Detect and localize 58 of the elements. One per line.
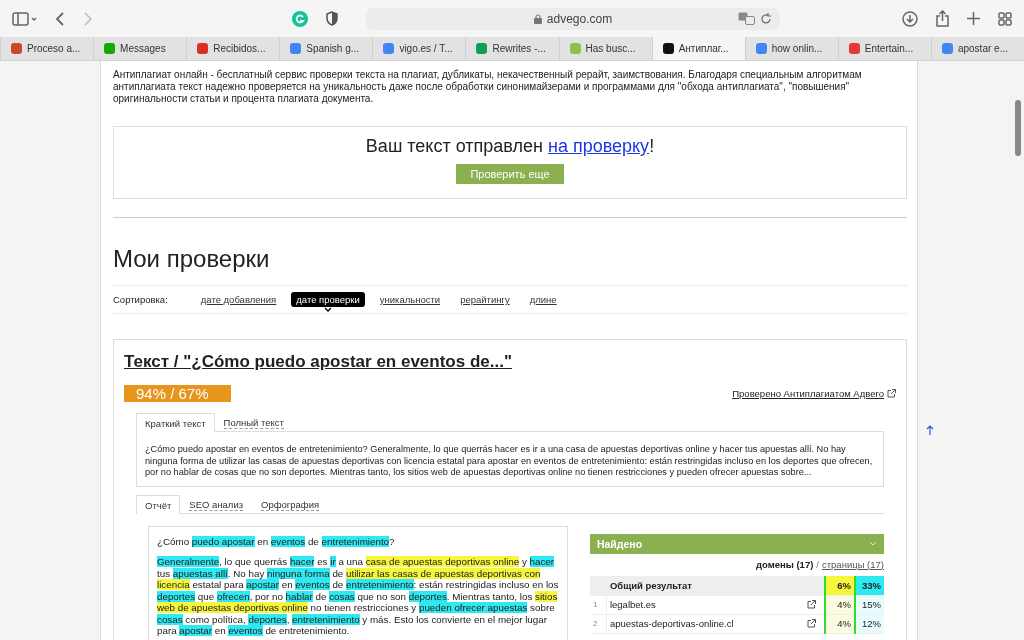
browser-tab[interactable]: Messages [93,37,187,60]
back-icon[interactable] [56,11,65,26]
browser-tab[interactable]: Rewrites -... [465,37,559,60]
check-title[interactable]: Текст / "¿Cómo puedo apostar en eventos de..." [124,352,512,372]
separator: / [816,558,819,571]
external-link-icon [887,389,896,398]
domain-link[interactable]: legalbet.es [606,595,804,614]
scroll-to-top-icon[interactable] [925,424,935,436]
domains-label: домены (17) [755,558,814,571]
verified-link[interactable]: Проверено Антиплагиатом Адвего [732,388,896,399]
table-cell: 33% [855,575,884,595]
sort-option[interactable]: длине [524,292,562,307]
table-cell: Общий результат [606,575,804,595]
reload-icon[interactable] [760,11,772,25]
check-link[interactable]: на проверку [547,136,650,156]
tab[interactable]: Отчёт [136,494,181,514]
page-heading: Мои проверки [113,245,271,273]
browser-tab[interactable]: Антиплаг... [651,37,745,60]
domain-link[interactable]: apuestas-deportivas-online.cl [606,614,804,633]
tab-overview-icon[interactable] [998,11,1012,26]
tab[interactable]: Краткий текст [136,413,215,432]
tab[interactable]: SEO анализ [180,493,253,513]
row-number: 2 [589,614,607,633]
tab[interactable]: Полный текст [214,412,293,431]
text-excerpt: ¿Cómo puedo apostar en eventos de entretenimiento? Generalmente, lo que querrás hacer es ir a una casa de apuestas deportivas online y hacer tus apuestas allí. No hay ninguna forma de utilizar las casas de apuestas deportivas con licencia estatal para apostar en eventos de entretenimiento: están restringidas incluso en los deportes que ofrecen, por no hablar de cosas que no son deportes. Mientras tanto, los sitios web de apuestas deportivas online no tienen restricciones y pueden ofrecer apuestas sobre... [136,431,884,487]
browser-tab[interactable]: Has busc... [558,37,652,60]
sort-option[interactable]: уникальности [374,292,446,307]
intro-text: Антиплагиат онлайн - бесплатный сервис проверки текста на плагиат, дубликаты, некачественный рерайт, заимствования. Благодаря специальным алгоритмам антиплагиата текст надежно проверяется на уникальность даже после обработки синонимайзерами и программами для "обхода антиплагиата", "повышения" оригинальности статьи и процента плагиата документа. [113,69,863,105]
table-cell: 6% [825,575,855,595]
download-icon[interactable] [902,10,918,27]
external-link-icon [807,619,816,628]
sidebar-icon[interactable] [12,11,38,26]
shield-icon[interactable] [326,10,338,26]
pages-link[interactable]: страницы (17) [821,558,884,571]
lock-icon [533,13,542,24]
browser-tab[interactable]: Recibidos... [186,37,280,60]
browser-tab[interactable]: Spanish g... [279,37,373,60]
browser-tab[interactable]: Proceso a... [0,37,94,60]
browser-tab[interactable]: apostar e... [930,37,1024,60]
translate-icon[interactable] [738,11,756,25]
new-tab-icon[interactable] [967,12,980,25]
scrollbar[interactable] [1015,100,1021,156]
sort-option[interactable]: дате добавления [195,292,282,307]
sort-option[interactable]: дате проверки [291,292,365,307]
browser-tab[interactable]: Entertain... [837,37,931,60]
caret-icon [324,307,332,312]
share-icon[interactable] [936,10,949,27]
score-badge: 94% / 67% [124,385,231,402]
sort-label: Сортировка: [113,294,168,305]
address-bar[interactable]: advego.com [366,7,780,30]
external-link-icon [807,600,816,609]
sort-option[interactable]: рерайтингу [455,292,515,307]
chevron-icon [869,541,877,546]
row-number: 1 [589,595,607,614]
browser-tab[interactable]: how onlin... [744,37,838,60]
browser-tab[interactable]: vigo.es / T... [372,37,466,60]
notice-message: Ваш текст отправлен на проверку! [365,136,655,157]
tab[interactable]: Орфография [252,493,329,513]
